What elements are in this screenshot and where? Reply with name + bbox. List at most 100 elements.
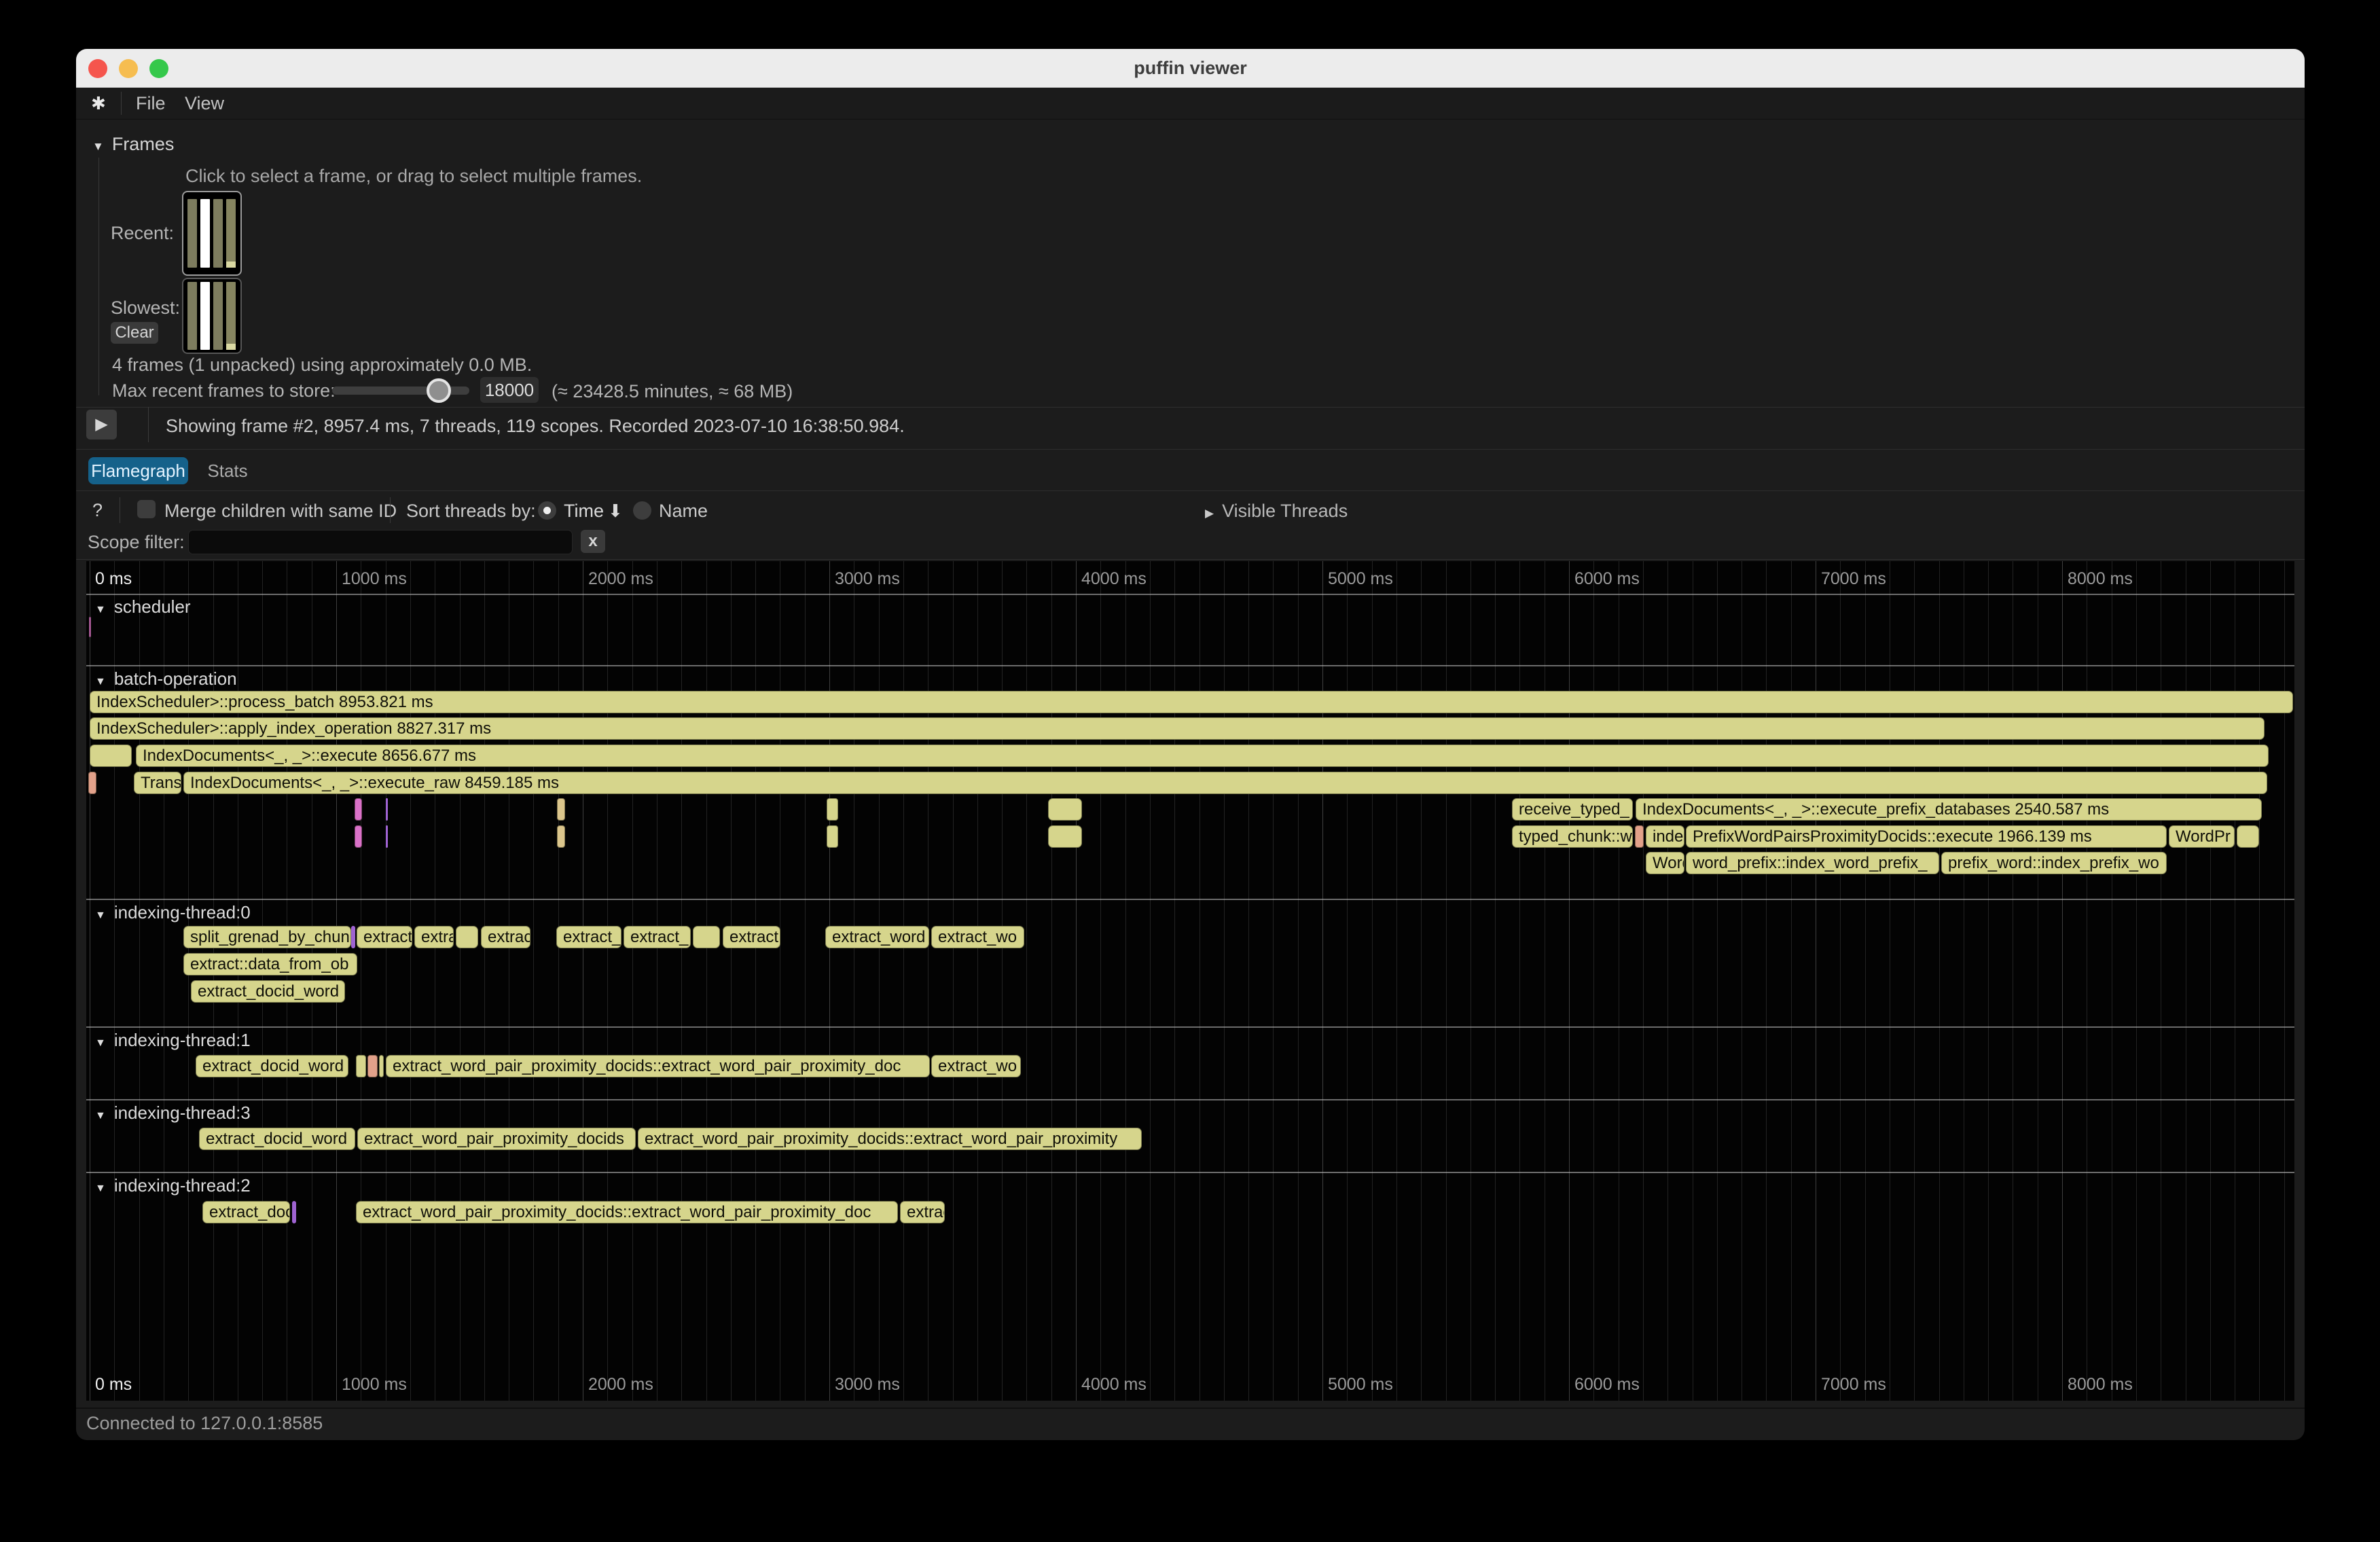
help-button[interactable]: ? (92, 500, 103, 521)
scope-bar[interactable]: split_grenad_by_chun (183, 926, 351, 948)
scope-bar[interactable]: word_prefix::index_word_prefix_ (1686, 852, 1939, 874)
scope-bar[interactable]: extract_docid_word (199, 1128, 355, 1150)
gridline-minor (1865, 561, 1866, 1401)
scope-bar[interactable]: extract_ (624, 926, 691, 948)
scope-bar[interactable] (827, 798, 838, 821)
scope-bar[interactable] (557, 798, 565, 821)
menu-view[interactable]: View (185, 88, 224, 119)
scope-bar[interactable]: IndexScheduler>::apply_index_operation 8… (90, 717, 2265, 740)
scope-bar[interactable] (386, 825, 388, 848)
thread-header-indexing-thread:1[interactable]: ▼indexing-thread:1 (95, 1030, 251, 1051)
scope-bar[interactable] (351, 926, 355, 948)
thread-header-indexing-thread:2[interactable]: ▼indexing-thread:2 (95, 1175, 251, 1196)
frame-thumbnail-slowest[interactable] (182, 278, 242, 354)
scope-bar[interactable] (379, 1055, 384, 1077)
scope-bar[interactable]: Trans (134, 772, 181, 794)
scope-bar[interactable]: extract_ (556, 926, 621, 948)
play-button[interactable]: ▶ (86, 410, 117, 440)
visible-threads-header[interactable]: ▶Visible Threads (1205, 501, 1348, 521)
scope-bar[interactable] (386, 798, 388, 821)
thread-header-indexing-thread:0[interactable]: ▼indexing-thread:0 (95, 902, 251, 923)
gridline-minor (1667, 561, 1668, 1401)
scope-bar[interactable]: IndexDocuments<_, _>::execute_raw 8459.1… (183, 772, 2267, 794)
gridline-minor (1174, 561, 1175, 1401)
scope-bar[interactable]: extrac (900, 1201, 945, 1223)
gridline-minor (1298, 561, 1299, 1401)
scope-bar[interactable]: prefix_word::index_prefix_wo (1941, 852, 2167, 874)
scope-bar[interactable]: IndexScheduler>::process_batch 8953.821 … (90, 691, 2293, 713)
scope-bar[interactable]: Word (1646, 852, 1684, 874)
scope-bar[interactable] (1048, 825, 1082, 848)
scope-bar[interactable]: typed_chunk::w (1512, 825, 1633, 848)
merge-children-checkbox[interactable] (137, 500, 156, 518)
frame-thumbnail-recent[interactable] (182, 191, 242, 276)
sort-direction-arrow-icon[interactable]: ⬇ (608, 501, 623, 522)
clear-filter-button[interactable]: x (581, 530, 605, 553)
scope-filter-input[interactable] (188, 530, 573, 554)
gridline-minor (607, 561, 608, 1401)
scope-bar[interactable]: IndexDocuments<_, _>::execute 8656.677 m… (136, 745, 2269, 767)
scope-bar[interactable]: PrefixWordPairsProximityDocids::execute … (1686, 825, 2167, 848)
scope-bar[interactable]: extract_docid_word (191, 980, 345, 1003)
menu-file[interactable]: File (136, 88, 166, 119)
scope-bar[interactable] (456, 926, 478, 948)
tab-flamegraph[interactable]: Flamegraph (88, 457, 188, 484)
frames-collapsing-header[interactable]: ▼Frames (92, 134, 174, 157)
slider-knob[interactable] (427, 378, 451, 403)
flamegraph-canvas[interactable]: 0 ms0 ms1000 ms1000 ms2000 ms2000 ms3000… (86, 561, 2294, 1401)
scope-bar[interactable] (355, 798, 362, 821)
gridline-minor (1446, 561, 1447, 1401)
gridline-minor (1988, 561, 1989, 1401)
scope-bar[interactable]: extract_docid_word (196, 1055, 348, 1077)
scope-bar[interactable]: IndexDocuments<_, _>::execute_prefix_dat… (1636, 798, 2262, 821)
scope-bar[interactable] (356, 1055, 366, 1077)
scope-bar[interactable]: extract_wo (931, 1055, 1021, 1077)
scope-bar[interactable]: extract_word_pair_proximity_docids::extr… (386, 1055, 930, 1077)
window-title: puffin viewer (76, 49, 2305, 88)
scope-filter-label: Scope filter: (88, 532, 185, 552)
scope-bar[interactable] (827, 825, 838, 848)
scope-bar[interactable]: extract_word (825, 926, 929, 948)
scope-bar[interactable]: extract_wo (931, 926, 1024, 948)
max-frames-value[interactable]: 18000 (480, 377, 539, 403)
scope-bar[interactable]: WordPr (2169, 825, 2235, 848)
scope-bar[interactable]: extract_word_pair_proximity_docids::extr… (638, 1128, 1142, 1150)
gridline-minor (2136, 561, 2137, 1401)
scope-bar[interactable]: extrac (481, 926, 530, 948)
gridline-minor (2259, 561, 2260, 1401)
scope-bar[interactable]: extract (357, 926, 412, 948)
theme-sun-icon[interactable]: ✱ (91, 88, 106, 119)
scope-bar[interactable] (292, 1201, 296, 1223)
scope-bar[interactable] (90, 745, 132, 767)
scope-bar[interactable] (355, 825, 362, 848)
thread-header-scheduler[interactable]: ▼scheduler (95, 596, 191, 617)
tab-stats[interactable]: Stats (204, 457, 251, 484)
thread-header-indexing-thread:3[interactable]: ▼indexing-thread:3 (95, 1102, 251, 1124)
sort-time-radio[interactable] (538, 501, 556, 520)
sort-name-radio[interactable] (633, 501, 651, 520)
thread-header-batch-operation[interactable]: ▼batch-operation (95, 668, 237, 689)
scope-bar[interactable] (557, 825, 565, 848)
scope-bar[interactable] (89, 617, 91, 637)
collapse-triangle-icon: ▼ (95, 1037, 106, 1049)
scope-bar[interactable] (367, 1055, 378, 1077)
scope-bar[interactable]: extract (723, 926, 780, 948)
scope-bar[interactable]: extract::data_from_ob (183, 953, 357, 975)
scope-bar[interactable]: receive_typed_ (1512, 798, 1633, 821)
divider (76, 449, 2305, 450)
scope-bar[interactable] (88, 772, 96, 794)
scope-bar[interactable]: extract_word_pair_proximity_docids (357, 1128, 636, 1150)
menu-separator (121, 92, 122, 115)
scope-bar[interactable] (1635, 825, 1644, 848)
scope-bar[interactable] (1048, 798, 1082, 821)
max-frames-estimate: (≈ 23428.5 minutes, ≈ 68 MB) (552, 381, 793, 401)
gridline-minor (1100, 561, 1101, 1401)
scope-bar[interactable]: extract_word_pair_proximity_docids::extr… (356, 1201, 898, 1223)
gridline-minor (681, 561, 682, 1401)
scope-bar[interactable]: extract_doc (202, 1201, 290, 1223)
scope-bar[interactable]: extra (414, 926, 454, 948)
scope-bar[interactable] (693, 926, 720, 948)
scope-bar[interactable]: index (1646, 825, 1684, 848)
scope-bar[interactable] (2237, 825, 2259, 848)
clear-button[interactable]: Clear (111, 322, 158, 344)
